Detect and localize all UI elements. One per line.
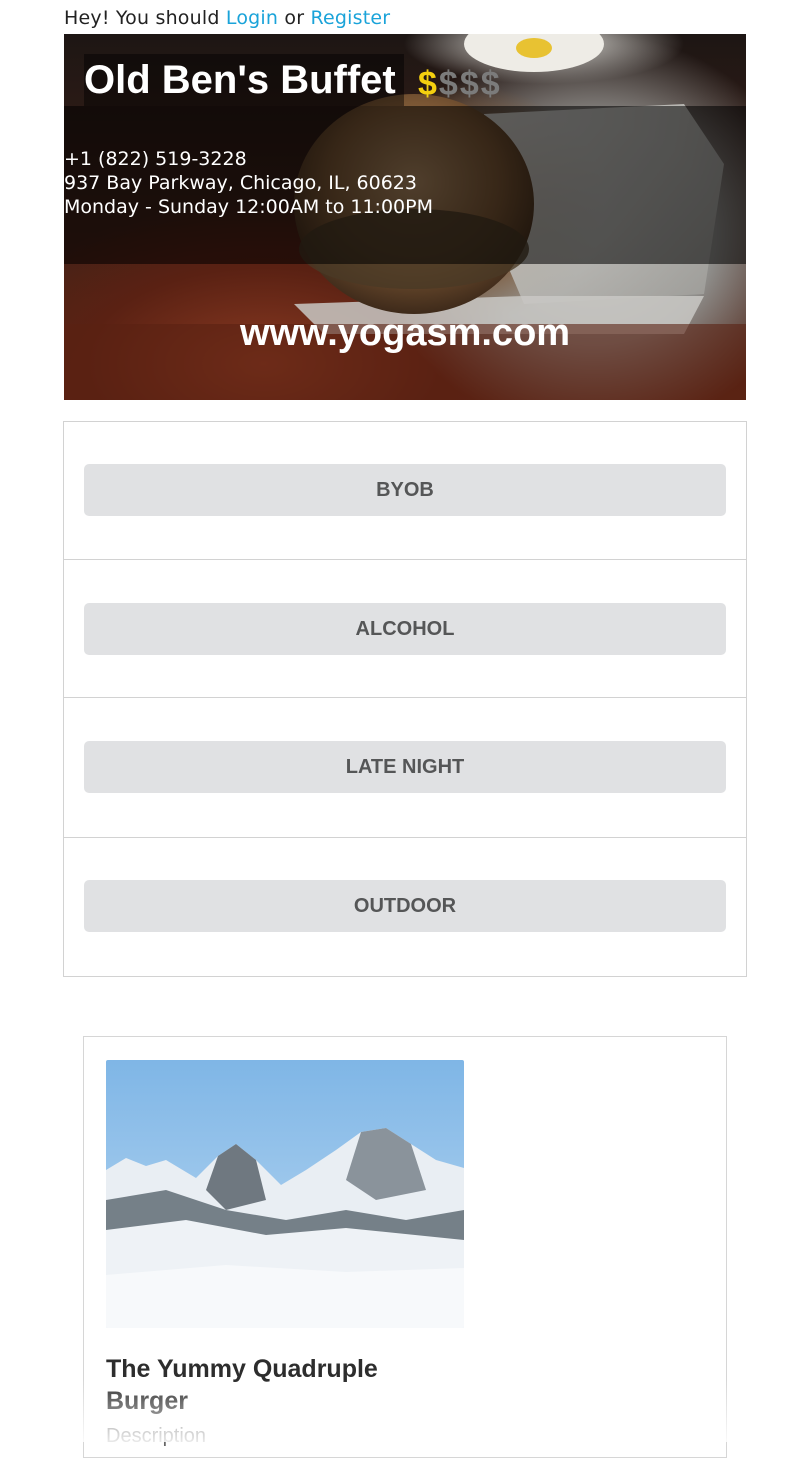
price-dollar-1: $ <box>418 65 439 103</box>
auth-prompt: Hey! You should Login or Register <box>64 5 390 31</box>
title-box: Old Ben's Buffet <box>84 54 404 106</box>
register-link[interactable]: Register <box>310 7 390 29</box>
restaurant-phone: +1 (822) 519-3228 <box>64 148 247 170</box>
menu-item-image[interactable] <box>106 1060 464 1328</box>
price-dollar-2: $ <box>438 65 460 103</box>
feature-row: OUTDOOR <box>64 838 746 978</box>
website-text[interactable]: www.yogasm.com <box>240 312 570 354</box>
feature-row: BYOB <box>64 422 746 560</box>
menu-item-description-label: Description <box>106 1425 207 1447</box>
login-link[interactable]: Login <box>226 7 278 29</box>
feature-outdoor-button[interactable]: OUTDOOR <box>84 880 726 932</box>
restaurant-name: Old Ben's Buffet <box>84 58 396 102</box>
restaurant-address: 937 Bay Parkway, Chicago, IL, 60623 <box>64 172 417 194</box>
feature-row: LATE NIGHT <box>64 698 746 838</box>
feature-late-night-button[interactable]: LATE NIGHT <box>84 741 726 793</box>
feature-alcohol-button[interactable]: ALCOHOL <box>84 603 726 655</box>
menu-item-card[interactable]: The Yummy Quadruple Burger Description <box>83 1036 727 1458</box>
auth-or-text: or <box>284 7 305 29</box>
mountain-photo <box>106 1060 464 1328</box>
auth-prompt-text: Hey! You should <box>64 7 220 29</box>
restaurant-website[interactable]: www.yogasm.com <box>64 310 746 356</box>
feature-row: ALCOHOL <box>64 560 746 698</box>
restaurant-hours: Monday - Sunday 12:00AM to 11:00PM <box>64 196 433 218</box>
price-rating: $$$$ <box>418 64 502 104</box>
restaurant-details: +1 (822) 519-3228 937 Bay Parkway, Chica… <box>64 147 433 219</box>
price-dollar-3: $ <box>459 65 481 103</box>
feature-byob-button[interactable]: BYOB <box>84 464 726 516</box>
price-dollar-4: $ <box>480 65 502 103</box>
features-list: BYOB ALCOHOL LATE NIGHT OUTDOOR <box>63 421 747 977</box>
menu-item-title: The Yummy Quadruple Burger <box>106 1355 378 1415</box>
restaurant-hero: Old Ben's Buffet $$$$ +1 (822) 519-3228 … <box>64 34 746 400</box>
